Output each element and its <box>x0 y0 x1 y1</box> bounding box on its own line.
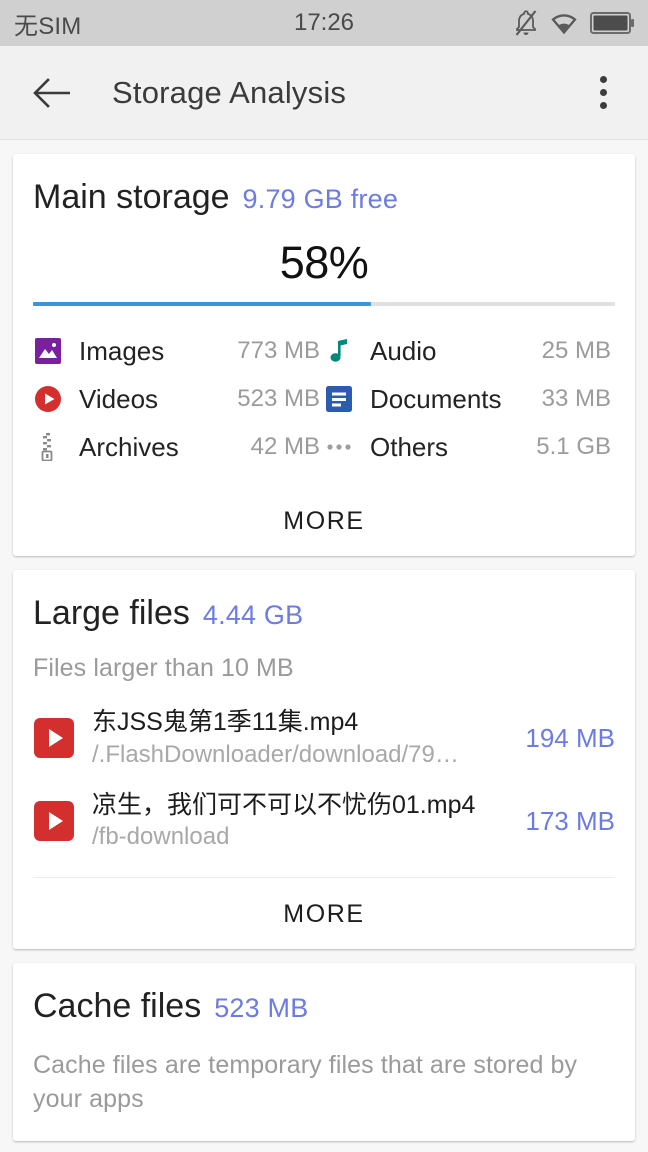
bell-muted-icon <box>514 10 538 36</box>
category-label: Images <box>79 335 165 366</box>
category-size: 33 MB <box>541 385 611 412</box>
large-files-subtitle: Files larger than 10 MB <box>33 654 294 682</box>
large-files-header: Large files 4.44 GB <box>33 570 615 633</box>
main-storage-more-wrap: MORE <box>33 485 615 556</box>
category-size: 773 MB <box>237 337 320 364</box>
category-documents[interactable]: Documents 33 MB <box>324 375 615 423</box>
category-label: Archives <box>79 431 179 462</box>
main-storage-card: Main storage 9.79 GB free 58% Images 773… <box>13 154 635 556</box>
storage-categories: Images 773 MB Audio 25 MB Videos 523 MB … <box>33 327 615 471</box>
large-files-total: 4.44 GB <box>202 600 304 630</box>
overflow-menu-icon[interactable] <box>580 68 626 118</box>
file-text-block: 凉生，我们可不可以不忧伤01.mp4 /fb-download <box>92 789 511 854</box>
battery-icon <box>590 12 634 34</box>
category-label: Videos <box>79 383 159 414</box>
category-size: 42 MB <box>250 433 320 460</box>
file-size: 173 MB <box>525 805 615 836</box>
large-files-more-button[interactable]: MORE <box>33 878 615 949</box>
file-text-block: 东JSS鬼第1季11集.mp4 /.FlashDownloader/downlo… <box>92 706 511 771</box>
cache-files-card: Cache files 523 MB Cache files are tempo… <box>13 962 635 1141</box>
large-files-card: Large files 4.44 GB Files larger than 10… <box>13 570 635 949</box>
cache-files-title: Cache files <box>33 986 202 1025</box>
large-files-more-wrap: MORE <box>33 876 615 949</box>
app-bar: Storage Analysis <box>0 46 648 140</box>
category-label: Documents <box>370 383 502 414</box>
cache-files-description: Cache files are temporary files that are… <box>33 1050 578 1114</box>
others-icon <box>324 432 354 462</box>
video-file-icon <box>33 800 75 842</box>
large-files-title: Large files <box>33 594 190 632</box>
main-storage-more-button[interactable]: MORE <box>33 485 615 556</box>
main-storage-free: 9.79 GB free <box>242 184 399 214</box>
list-item[interactable]: 东JSS鬼第1季11集.mp4 /.FlashDownloader/downlo… <box>33 697 615 780</box>
main-storage-header: Main storage 9.79 GB free <box>33 154 615 217</box>
cache-files-total: 523 MB <box>214 992 309 1023</box>
file-path: /.FlashDownloader/download/79… <box>92 740 459 768</box>
status-bar: 无SIM 17:26 <box>0 0 648 46</box>
cache-files-header: Cache files 523 MB <box>33 963 615 1026</box>
back-arrow-icon[interactable] <box>30 70 76 116</box>
main-storage-title: Main storage <box>33 178 230 216</box>
list-item[interactable]: 凉生，我们可不可以不忧伤01.mp4 /fb-download 173 MB <box>33 780 615 863</box>
category-row: Images 773 MB Audio 25 MB <box>33 327 615 375</box>
audio-icon <box>324 336 354 366</box>
overflow-dot <box>599 76 607 83</box>
overflow-dot <box>599 102 607 109</box>
category-label: Others <box>370 431 449 462</box>
category-row: Archives 42 MB Others 5.1 GB <box>33 423 615 471</box>
document-icon <box>324 384 354 414</box>
category-audio[interactable]: Audio 25 MB <box>324 327 615 375</box>
storage-percent-label: 58% <box>279 237 369 288</box>
category-row: Videos 523 MB Documents 33 MB <box>33 375 615 423</box>
image-icon <box>33 336 63 366</box>
category-size: 25 MB <box>541 337 611 364</box>
category-images[interactable]: Images 773 MB <box>33 327 324 375</box>
category-videos[interactable]: Videos 523 MB <box>33 375 324 423</box>
large-files-list: 东JSS鬼第1季11集.mp4 /.FlashDownloader/downlo… <box>33 697 615 863</box>
file-path: /fb-download <box>92 823 230 851</box>
category-others[interactable]: Others 5.1 GB <box>324 423 615 471</box>
category-size: 5.1 GB <box>536 433 611 460</box>
archive-icon <box>33 432 63 462</box>
content-scroll-area[interactable]: Main storage 9.79 GB free 58% Images 773… <box>0 140 648 1152</box>
category-size: 523 MB <box>237 385 320 412</box>
category-archives[interactable]: Archives 42 MB <box>33 423 324 471</box>
page-title: Storage Analysis <box>112 74 347 110</box>
category-label: Audio <box>370 335 437 366</box>
file-size: 194 MB <box>525 722 615 753</box>
video-icon <box>33 384 63 414</box>
storage-progress-fill <box>33 302 371 306</box>
file-name: 东JSS鬼第1季11集.mp4 <box>92 708 359 736</box>
overflow-dot <box>599 89 607 96</box>
file-name: 凉生，我们可不可以不忧伤01.mp4 <box>92 790 476 819</box>
storage-progress-track <box>33 302 615 306</box>
wifi-icon <box>549 11 579 35</box>
status-icons <box>514 10 634 36</box>
video-file-icon <box>33 717 75 759</box>
